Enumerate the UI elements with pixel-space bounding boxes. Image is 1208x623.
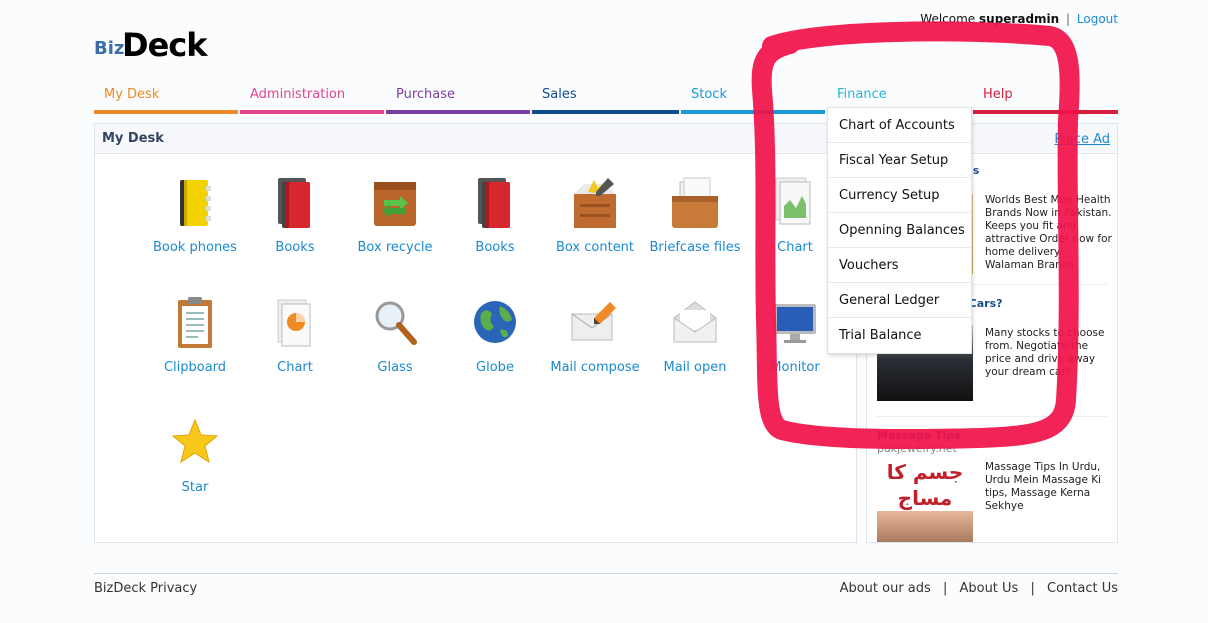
- footer-links: About our ads | About Us | Contact Us: [840, 581, 1118, 596]
- welcome-text: Welcome: [920, 12, 976, 26]
- monitor-icon: [774, 304, 816, 343]
- nav-underline: [94, 110, 238, 114]
- briefcase-icon: [672, 177, 718, 228]
- welcome-bar: Welcome superadmin | Logout: [920, 12, 1118, 26]
- menu-item-trial-balance[interactable]: Trial Balance: [828, 318, 971, 353]
- desk-item-label: Monitor: [770, 360, 820, 375]
- ad-massage-image: جسم کا مساج: [877, 459, 973, 542]
- nav-label: Finance: [837, 87, 887, 102]
- about-us-link[interactable]: About Us: [959, 581, 1018, 596]
- menu-item-currency-setup[interactable]: Currency Setup: [828, 178, 971, 213]
- ad-url: pakjewelry.net: [877, 442, 957, 455]
- menu-item-vouchers[interactable]: Vouchers: [828, 248, 971, 283]
- nav-label: Help: [983, 87, 1013, 102]
- ad-divider: [877, 416, 1107, 417]
- desk-item-chart-2[interactable]: Chart: [245, 294, 345, 375]
- desk-item-books[interactable]: Books: [245, 174, 345, 255]
- nav-stock[interactable]: Stock: [681, 84, 827, 114]
- chart-icon: [277, 299, 311, 347]
- desk-item-box-content[interactable]: Box content: [545, 174, 645, 255]
- box-content-icon: [574, 178, 616, 228]
- box-recycle-icon: [374, 182, 416, 226]
- ad-text: Many stocks to choose from. Negotiate th…: [985, 327, 1105, 378]
- separator: |: [1066, 12, 1071, 26]
- ad-text: Massage Tips In Urdu, Urdu Mein Massage …: [985, 461, 1102, 512]
- desk-item-label: Briefcase files: [649, 240, 741, 255]
- desk-item-globe[interactable]: Globe: [445, 294, 545, 375]
- footer-divider: [94, 573, 1118, 574]
- nav-purchase[interactable]: Purchase: [386, 84, 532, 114]
- clipboard-icon: [178, 297, 212, 348]
- menu-item-chart-of-accounts[interactable]: Chart of Accounts: [828, 108, 971, 143]
- logo-deck: Deck: [122, 26, 208, 64]
- desk-item-books-2[interactable]: Books: [445, 174, 545, 255]
- nav-my-desk[interactable]: My Desk: [94, 84, 240, 114]
- desk-item-mail-open[interactable]: Mail open: [645, 294, 745, 375]
- menu-item-openning-balances[interactable]: Openning Balances: [828, 213, 971, 248]
- footer-privacy-link[interactable]: BizDeck Privacy: [94, 581, 197, 596]
- mail-open-icon: [673, 301, 717, 343]
- nav-label: Stock: [691, 87, 727, 102]
- ad-item[interactable]: Massage Tips pakjewelry.net جسم کا مساج …: [877, 429, 1109, 542]
- finance-dropdown: Chart of Accounts Fiscal Year Setup Curr…: [827, 107, 972, 354]
- nav-label: My Desk: [104, 87, 160, 102]
- nav-label: Administration: [250, 87, 346, 102]
- ad-text: Worlds Best Men Health Brands Now in Pak…: [985, 194, 1112, 271]
- menu-item-general-ledger[interactable]: General Ledger: [828, 283, 971, 318]
- contact-us-link[interactable]: Contact Us: [1047, 581, 1118, 596]
- desk-item-label: Box recycle: [357, 240, 433, 255]
- place-ad-link[interactable]: Place Ad: [1054, 132, 1110, 147]
- desk-item-star[interactable]: Star: [145, 414, 245, 495]
- mail-compose-icon: [571, 302, 616, 341]
- desk-item-label: Glass: [377, 360, 413, 375]
- nav-sales[interactable]: Sales: [532, 84, 681, 114]
- magnifier-icon: [375, 301, 417, 345]
- star-icon: [171, 418, 219, 464]
- books-icon: [478, 178, 510, 228]
- logout-link[interactable]: Logout: [1077, 12, 1118, 26]
- menu-item-fiscal-year-setup[interactable]: Fiscal Year Setup: [828, 143, 971, 178]
- separator: |: [942, 581, 948, 596]
- desk-item-label: Clipboard: [163, 360, 227, 375]
- my-desk-panel: My Desk Book phones Books Box recycle Bo…: [94, 123, 857, 543]
- chart-icon: [775, 177, 811, 225]
- desk-item-book-phones[interactable]: Book phones: [145, 174, 245, 255]
- desk-item-label: Book phones: [153, 240, 237, 255]
- globe-icon: [474, 301, 516, 343]
- nav-underline: [386, 110, 530, 114]
- about-ads-link[interactable]: About our ads: [840, 581, 931, 596]
- desk-item-box-recycle[interactable]: Box recycle: [345, 174, 445, 255]
- logo-biz: Biz: [94, 38, 125, 59]
- nav-underline: [681, 110, 825, 114]
- username: superadmin: [979, 12, 1060, 26]
- desk-item-label: Globe: [476, 360, 514, 375]
- desk-item-label: Mail open: [663, 360, 727, 375]
- desk-item-label: Mail compose: [550, 360, 640, 375]
- nav-underline: [240, 110, 384, 114]
- desk-item-mail-compose[interactable]: Mail compose: [545, 294, 645, 375]
- desk-item-glass[interactable]: Glass: [345, 294, 445, 375]
- nav-help[interactable]: Help: [973, 84, 1118, 114]
- nav-underline: [532, 110, 679, 114]
- ad-urdu-text: جسم کا مساج: [886, 460, 964, 510]
- desk-item-label: Books: [275, 240, 315, 255]
- desk-item-briefcase-files[interactable]: Briefcase files: [645, 174, 745, 255]
- ad-title: Massage Tips: [877, 429, 961, 442]
- separator: |: [1030, 581, 1035, 596]
- desk-item-label: Box content: [555, 240, 635, 255]
- ad-photo: [877, 511, 973, 542]
- desk-item-label: Star: [181, 480, 209, 495]
- book-phones-icon: [180, 180, 211, 226]
- nav-label: Sales: [542, 87, 577, 102]
- books-icon: [278, 178, 310, 228]
- desk-item-label: Books: [475, 240, 515, 255]
- desk-item-label: Chart: [277, 360, 313, 375]
- nav-administration[interactable]: Administration: [240, 84, 386, 114]
- nav-underline: [973, 110, 1118, 114]
- panel-title: My Desk: [95, 124, 856, 154]
- desk-item-clipboard[interactable]: Clipboard: [145, 294, 245, 375]
- nav-label: Purchase: [396, 87, 456, 102]
